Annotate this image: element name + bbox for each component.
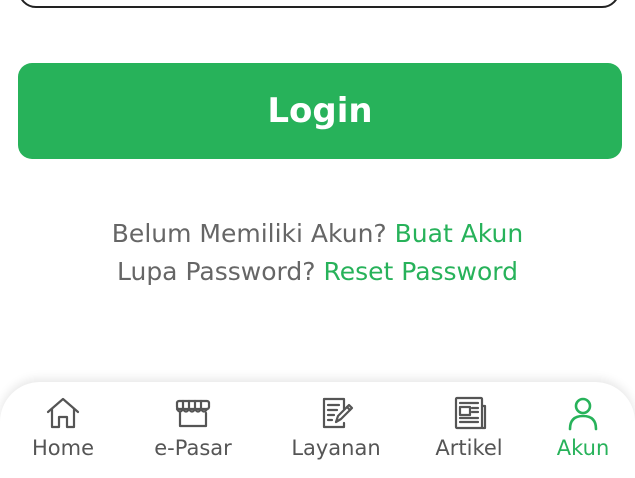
nav-label-epasar: e-Pasar (154, 436, 232, 460)
nav-item-home[interactable]: Home (3, 394, 123, 474)
nav-item-epasar[interactable]: e-Pasar (133, 394, 253, 474)
bottom-navigation: Home e-Pasar Layanan Artikel Akun (0, 382, 635, 478)
nav-item-artikel[interactable]: Artikel (409, 394, 529, 474)
nav-label-layanan: Layanan (291, 436, 381, 460)
store-icon (175, 399, 211, 428)
nav-item-layanan[interactable]: Layanan (276, 394, 396, 474)
home-icon (46, 397, 80, 429)
signup-row: Belum Memiliki Akun? Buat Akun (0, 215, 635, 253)
login-screen: Login Belum Memiliki Akun? Buat Akun Lup… (0, 0, 635, 478)
reset-password-link[interactable]: Reset Password (323, 257, 518, 286)
nav-label-akun: Akun (556, 436, 610, 460)
nav-label-artikel: Artikel (435, 436, 503, 460)
login-button[interactable]: Login (18, 63, 622, 159)
user-icon (568, 397, 598, 431)
nav-label-home: Home (31, 436, 94, 460)
forgot-password-text: Lupa Password? (116, 257, 316, 286)
no-account-text: Belum Memiliki Akun? (111, 219, 387, 248)
create-account-link[interactable]: Buat Akun (395, 219, 524, 248)
reset-row: Lupa Password? Reset Password (0, 253, 635, 291)
nav-item-akun[interactable]: Akun (523, 394, 635, 474)
newspaper-icon (454, 396, 487, 430)
document-edit-icon (322, 397, 354, 429)
account-links: Belum Memiliki Akun? Buat Akun Lupa Pass… (0, 215, 635, 291)
password-field[interactable] (18, 0, 620, 8)
